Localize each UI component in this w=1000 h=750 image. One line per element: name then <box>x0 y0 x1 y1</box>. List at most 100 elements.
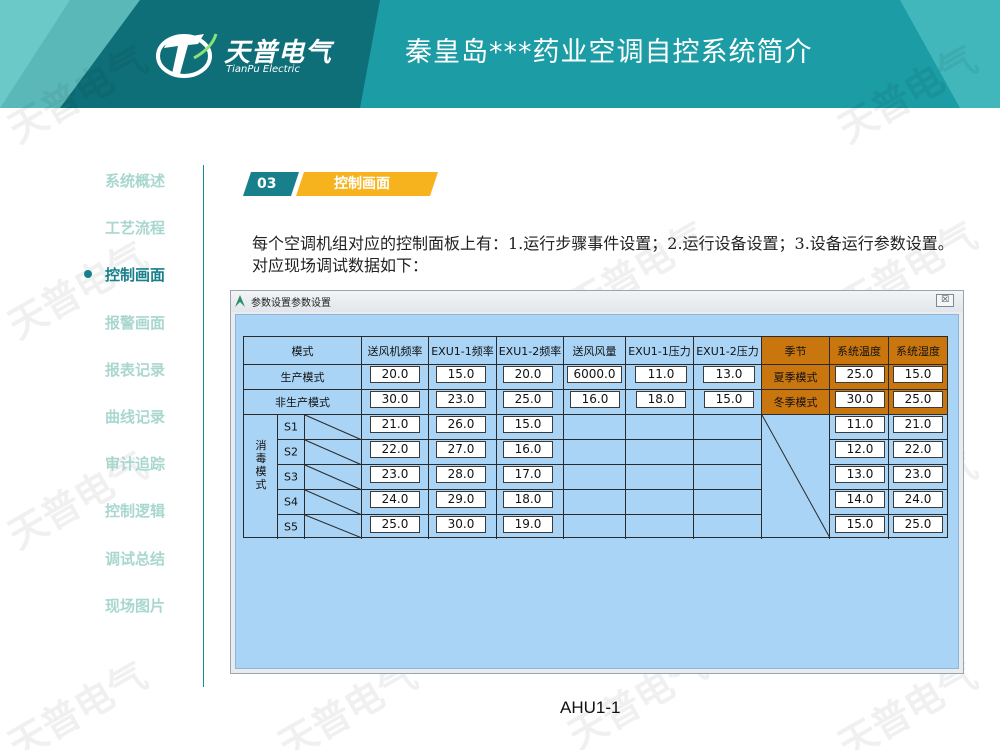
s5-humid-field[interactable]: 25.0 <box>893 516 943 533</box>
s5-supply-fan-freq-field[interactable]: 25.0 <box>370 516 420 533</box>
s2-temp-field[interactable]: 12.0 <box>835 441 885 458</box>
s4-temp-field[interactable]: 14.0 <box>835 491 885 508</box>
s2-supply-fan-freq-field[interactable]: 22.0 <box>370 441 420 458</box>
table-cell <box>564 415 626 440</box>
s1-exu1-2-freq-field[interactable]: 15.0 <box>503 416 553 433</box>
logo-subtext: TianPu Electric <box>226 64 300 75</box>
table-cell <box>564 440 626 465</box>
step-s3: S3 <box>278 465 362 490</box>
s4-supply-fan-freq-field[interactable]: 24.0 <box>370 491 420 508</box>
s5-exu1-2-freq-field[interactable]: 19.0 <box>503 516 553 533</box>
s3-exu1-2-freq-field[interactable]: 17.0 <box>503 466 553 483</box>
s1-humid-field[interactable]: 21.0 <box>893 416 943 433</box>
supply-fan-freq-field[interactable]: 30.0 <box>370 391 420 408</box>
exu1-1-freq-field[interactable]: 15.0 <box>436 366 486 383</box>
step-s2: S2 <box>278 440 362 465</box>
section-number-badge: 03 <box>243 172 299 196</box>
system-temp-field[interactable]: 25.0 <box>835 366 885 383</box>
sidebar-item-label: 现场图片 <box>105 597 166 615</box>
s1-temp-field[interactable]: 11.0 <box>835 416 885 433</box>
header-banner: 天普电气 TianPu Electric 秦皇岛***药业空调自控系统简介 <box>0 0 1000 108</box>
exu1-2-pressure-field[interactable]: 13.0 <box>703 366 755 383</box>
close-button[interactable]: ☒ <box>936 294 954 307</box>
table-cell <box>626 490 694 515</box>
s3-exu1-1-freq-field[interactable]: 28.0 <box>436 466 486 483</box>
sidebar-item-audit[interactable]: 审计追踪 <box>84 449 194 475</box>
s1-supply-fan-freq-field[interactable]: 21.0 <box>370 416 420 433</box>
row-label: 非生产模式 <box>244 390 362 415</box>
table-cell <box>694 515 762 539</box>
active-bullet-icon <box>84 270 92 278</box>
sidebar-item-label: 审计追踪 <box>105 455 166 473</box>
table-cell <box>564 515 626 539</box>
sidebar-item-overview[interactable]: 系统概述 <box>84 166 194 192</box>
supply-fan-freq-field[interactable]: 20.0 <box>370 366 420 383</box>
slide-title: 秦皇岛***药业空调自控系统简介 <box>405 37 813 68</box>
dialog-titlebar[interactable]: 参数设置参数设置 ☒ <box>231 291 963 312</box>
table-cell <box>564 465 626 490</box>
table-cell <box>626 515 694 539</box>
row-label: 生产模式 <box>244 365 362 390</box>
s2-exu1-2-freq-field[interactable]: 16.0 <box>503 441 553 458</box>
sidebar-item-label: 曲线记录 <box>105 408 166 426</box>
season-winter-label: 冬季模式 <box>762 390 830 415</box>
table-cell <box>762 440 830 465</box>
table-cell <box>626 465 694 490</box>
s3-temp-field[interactable]: 13.0 <box>835 466 885 483</box>
system-humid-field[interactable]: 15.0 <box>893 366 943 383</box>
step-s4: S4 <box>278 490 362 515</box>
column-header: 送风风量 <box>564 337 626 365</box>
unit-label: AHU1-1 <box>560 698 621 717</box>
s4-exu1-2-freq-field[interactable]: 18.0 <box>503 491 553 508</box>
exu1-1-pressure-field[interactable]: 11.0 <box>635 366 687 383</box>
table-cell <box>694 440 762 465</box>
brand-logo: 天普电气 TianPu Electric <box>154 28 344 80</box>
sidebar-item-alarm[interactable]: 报警画面 <box>84 308 194 334</box>
supply-air-volume-field[interactable]: 6000.0 <box>567 366 622 383</box>
logo-emblem-icon <box>156 33 218 78</box>
system-temp-field[interactable]: 30.0 <box>835 391 885 408</box>
table-cell <box>762 415 830 440</box>
intro-paragraph: 每个空调机组对应的控制面板上有：1.运行步骤事件设置；2.运行设备设置；3.设备… <box>252 234 954 275</box>
watermark: 天普电气 <box>0 653 155 750</box>
table-cell <box>694 490 762 515</box>
column-header-season: 季节 <box>762 337 830 365</box>
exu1-2-freq-field[interactable]: 25.0 <box>503 391 553 408</box>
sidebar-item-curve[interactable]: 曲线记录 <box>84 402 194 428</box>
column-header: EXU1-2压力 <box>694 337 762 365</box>
s1-exu1-1-freq-field[interactable]: 26.0 <box>436 416 486 433</box>
sidebar-item-control-screen[interactable]: 控制画面 <box>84 260 194 286</box>
exu1-1-freq-field[interactable]: 23.0 <box>436 391 486 408</box>
sidebar-item-process[interactable]: 工艺流程 <box>84 213 194 239</box>
exu1-2-pressure-field[interactable]: 15.0 <box>704 391 754 408</box>
s5-temp-field[interactable]: 15.0 <box>835 516 885 533</box>
s5-exu1-1-freq-field[interactable]: 30.0 <box>436 516 486 533</box>
sidebar-item-photos[interactable]: 现场图片 <box>84 591 194 617</box>
sidebar-item-summary[interactable]: 调试总结 <box>84 544 194 570</box>
exu1-2-freq-field[interactable]: 20.0 <box>503 366 553 383</box>
exu1-1-pressure-field[interactable]: 18.0 <box>636 391 686 408</box>
s4-humid-field[interactable]: 24.0 <box>893 491 943 508</box>
column-header: EXU1-1频率 <box>429 337 497 365</box>
s4-exu1-1-freq-field[interactable]: 29.0 <box>436 491 486 508</box>
s3-supply-fan-freq-field[interactable]: 23.0 <box>370 466 420 483</box>
column-header: EXU1-2频率 <box>497 337 564 365</box>
sidebar-item-label: 报表记录 <box>105 361 166 379</box>
sidebar-item-label: 控制逻辑 <box>105 502 166 520</box>
s3-humid-field[interactable]: 23.0 <box>893 466 943 483</box>
sidebar-item-label: 控制画面 <box>105 266 166 284</box>
s2-exu1-1-freq-field[interactable]: 27.0 <box>436 441 486 458</box>
column-header: EXU1-1压力 <box>626 337 694 365</box>
sidebar-item-logic[interactable]: 控制逻辑 <box>84 496 194 522</box>
step-s5: S5 <box>278 515 362 539</box>
sidebar-item-report[interactable]: 报表记录 <box>84 355 194 381</box>
sidebar-item-label: 调试总结 <box>105 550 166 568</box>
system-humid-field[interactable]: 25.0 <box>893 391 943 408</box>
supply-air-volume-field[interactable]: 16.0 <box>570 391 620 408</box>
column-header-temp: 系统温度 <box>830 337 889 365</box>
table-cell <box>694 465 762 490</box>
s2-humid-field[interactable]: 22.0 <box>893 441 943 458</box>
disinfect-mode-label: 消毒模式 <box>255 439 267 491</box>
dialog-title: 参数设置参数设置 <box>251 298 331 309</box>
sidebar-divider <box>203 165 204 687</box>
